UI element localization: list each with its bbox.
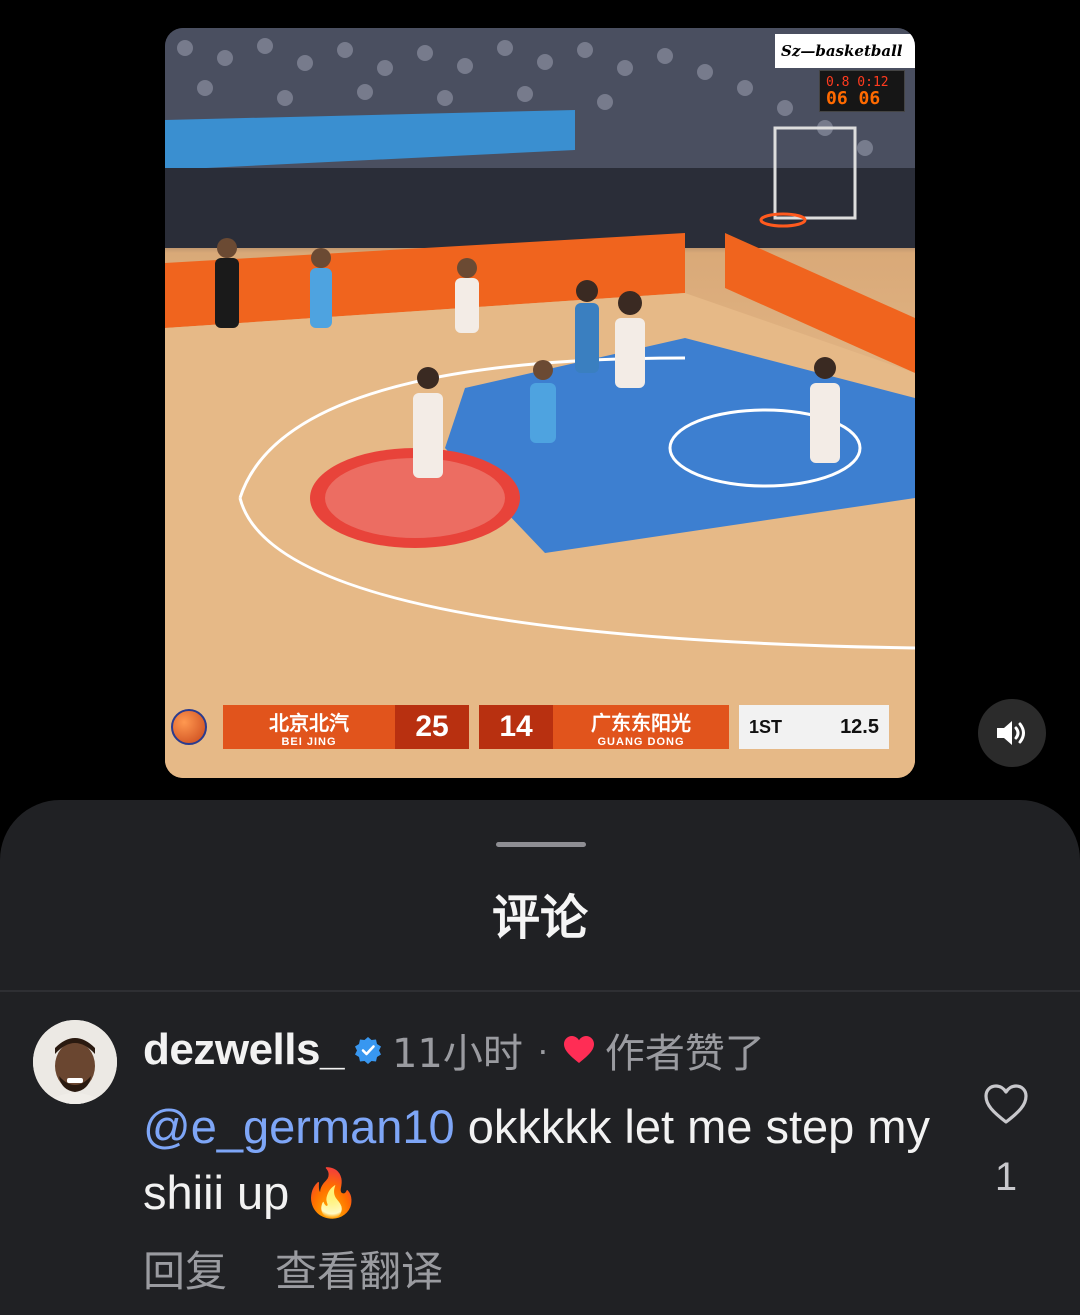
home-team-name-en: BEI JING <box>281 735 337 748</box>
watermark: Sz—basketball <box>775 34 915 68</box>
game-period: 1ST 12.5 <box>739 705 889 749</box>
comment-item: dezwells_ 11小时 · 作者赞了 @e_german10 okkkkk… <box>0 1010 1080 1310</box>
comments-sheet: 评论 dezwells_ 11小时 · 作者赞了 @e_german10 okk… <box>0 800 1080 1315</box>
comment-time: 11小时 <box>391 1031 523 1077</box>
video-player[interactable]: Sz—basketball 0.8 0:12 06 06 北京北汽 BEI JI… <box>165 28 915 778</box>
comment-text: @e_german10 okkkkk let me step my shiii … <box>143 1094 943 1227</box>
divider <box>0 990 1080 992</box>
shot-clock: 0.8 0:12 06 06 <box>819 70 905 112</box>
like-column: 1 <box>978 1082 1034 1200</box>
cba-logo <box>165 700 213 754</box>
shot-clock-bottom: 06 06 <box>826 88 881 109</box>
screen: Sz—basketball 0.8 0:12 06 06 北京北汽 BEI JI… <box>0 0 1080 1315</box>
like-count: 1 <box>994 1155 1018 1199</box>
away-team-name-en: GUANG DONG <box>597 735 685 748</box>
home-team: 北京北汽 BEI JING <box>223 705 395 749</box>
comment-actions: 回复 查看翻译 <box>143 1238 443 1299</box>
court-scene <box>165 28 915 778</box>
away-team-name-cn: 广东东阳光 <box>591 710 691 735</box>
game-clock: 12.5 <box>840 715 879 738</box>
fire-emoji: 🔥 <box>302 1166 361 1221</box>
period-label: 1ST <box>749 716 783 737</box>
mention-link[interactable]: @e_german10 <box>143 1100 455 1153</box>
author-liked-label: 作者赞了 <box>604 1031 765 1077</box>
see-translation-button[interactable]: 查看翻译 <box>275 1238 443 1299</box>
away-score: 14 <box>479 705 553 749</box>
reply-button[interactable]: 回复 <box>143 1238 227 1299</box>
home-score: 25 <box>395 705 469 749</box>
scoreboard: 北京北汽 BEI JING 25 14 广东东阳光 GUANG DONG 1ST… <box>165 700 915 754</box>
verified-badge-icon <box>354 1037 381 1064</box>
separator-dot: · <box>536 1029 549 1070</box>
away-team: 广东东阳光 GUANG DONG <box>553 705 729 749</box>
sound-toggle-button[interactable] <box>978 699 1046 767</box>
heart-outline-icon[interactable] <box>982 1082 1030 1126</box>
sheet-drag-handle[interactable] <box>496 842 586 847</box>
heart-filled-icon <box>563 1036 594 1063</box>
avatar[interactable] <box>33 1020 117 1104</box>
username-link[interactable]: dezwells_ <box>143 1025 344 1075</box>
home-team-name-cn: 北京北汽 <box>269 710 349 735</box>
speaker-on-icon <box>997 721 1025 745</box>
avatar-image <box>33 1020 117 1104</box>
sheet-title: 评论 <box>491 890 588 946</box>
comment-header: dezwells_ 11小时 · 作者赞了 <box>143 1022 765 1078</box>
